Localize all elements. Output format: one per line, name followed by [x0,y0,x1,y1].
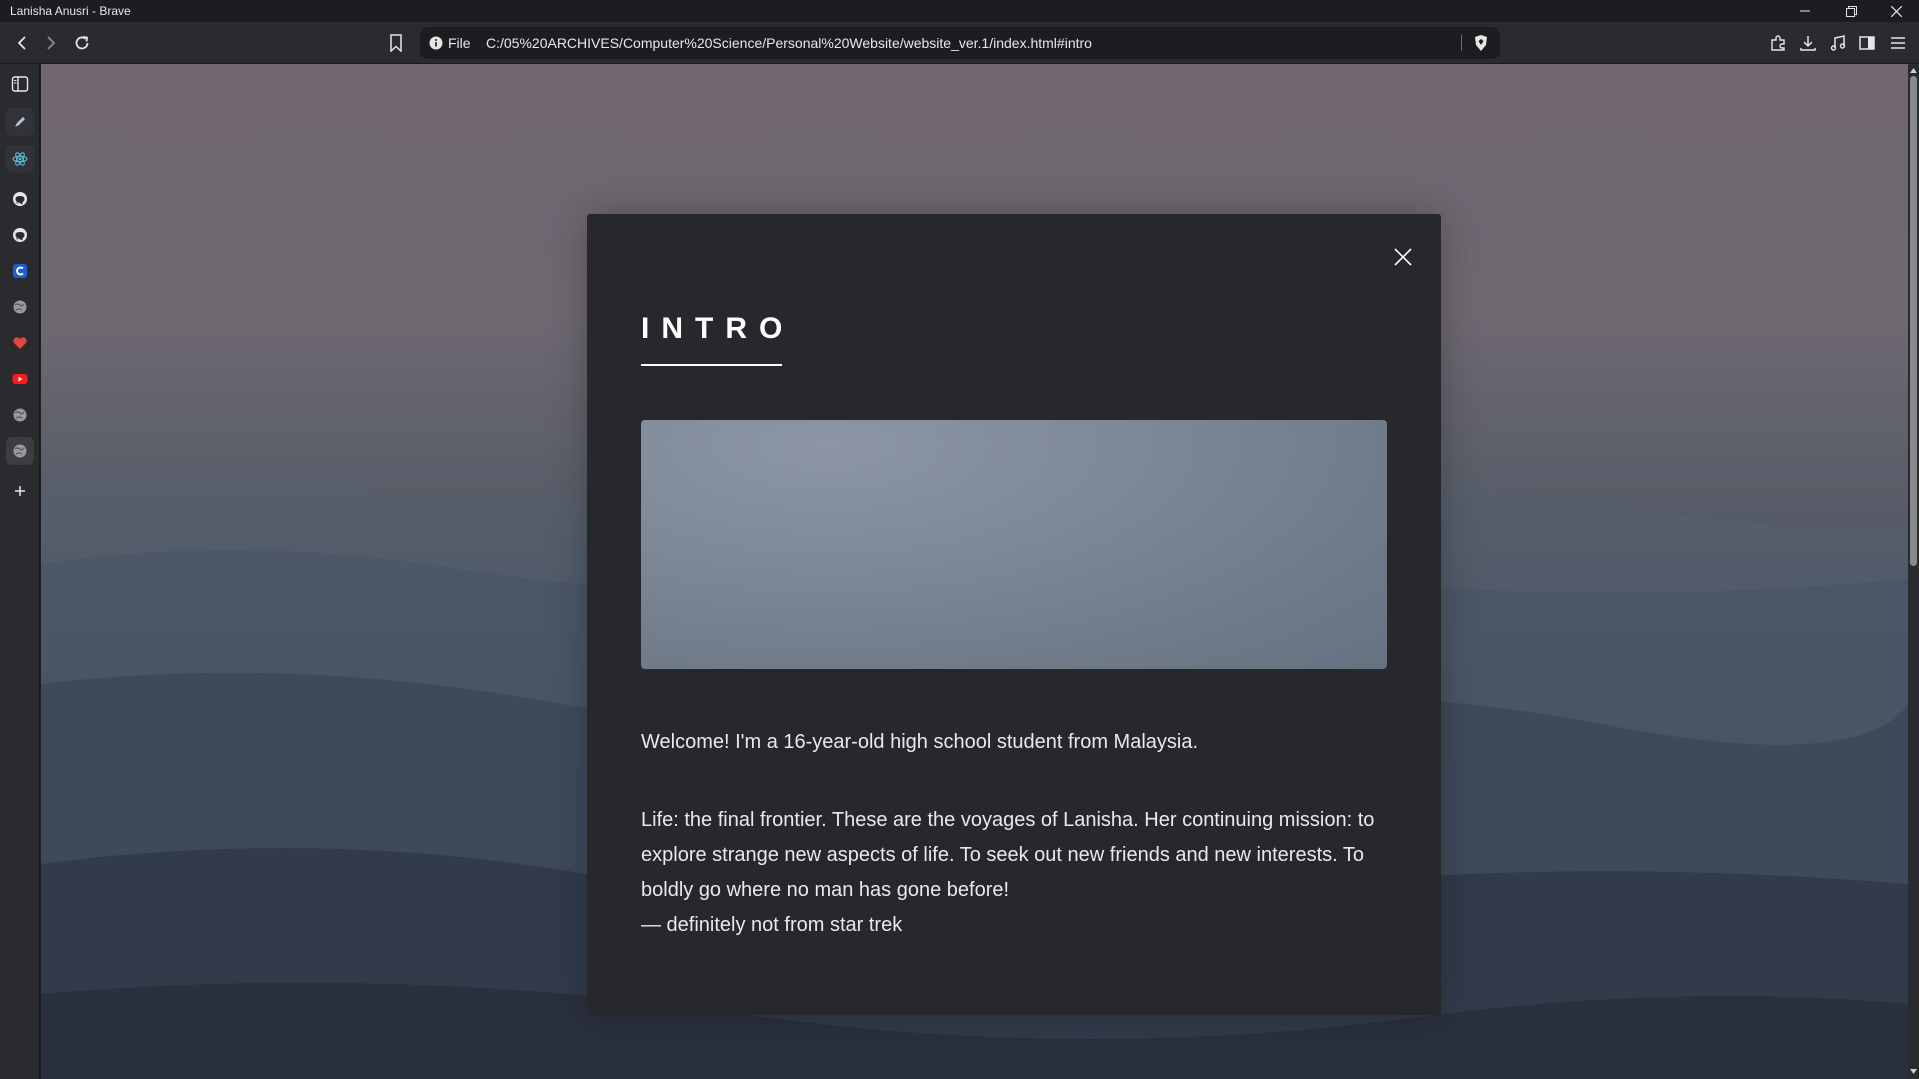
github-icon [13,228,27,242]
intro-paragraph-2-line-2: explore strange new aspects of life. To … [641,844,1365,866]
page-scrollbar[interactable] [1908,64,1919,1079]
sidebar-item-heart[interactable] [6,329,34,357]
scroll-up-icon[interactable] [1909,66,1918,75]
extensions-button[interactable] [1766,31,1790,55]
forward-arrow-icon [47,36,56,50]
youtube-icon [12,374,28,384]
restore-button[interactable] [1828,0,1874,22]
intro-modal: INTRO Welcome! I'm a 16-year-old high sc… [587,214,1441,1015]
intro-quote-attribution: — definitely not from star trek [641,914,903,936]
add-sidebar-item-button[interactable] [6,477,34,505]
reload-button[interactable] [70,31,94,55]
plus-icon [15,486,25,496]
page-viewport: INTRO Welcome! I'm a 16-year-old high sc… [41,64,1908,1079]
address-divider [1461,35,1462,51]
music-icon [1830,35,1846,51]
minimize-icon [1800,10,1810,12]
minimize-button[interactable] [1782,0,1828,22]
window-title: Lanisha Anusri - Brave [10,4,131,18]
title-bar: Lanisha Anusri - Brave [0,0,1919,22]
close-icon [1394,248,1412,266]
sidebar-item-globe-2[interactable] [6,401,34,429]
sidebar-panel-icon [1859,36,1875,50]
intro-image [641,420,1387,669]
brave-shield-icon[interactable] [1472,34,1490,52]
sidebar-panel-button[interactable] [1855,31,1879,55]
scroll-down-icon[interactable] [1909,1067,1918,1076]
sidebar-item-globe-1[interactable] [6,293,34,321]
globe-icon [13,408,27,422]
sidebar-toggle-icon [11,76,29,92]
close-window-button[interactable] [1873,0,1919,22]
sidebar-item-pen[interactable] [6,108,34,136]
hamburger-menu-icon [1891,37,1905,49]
address-bar[interactable]: File C:/05%20ARCHIVES/Computer%20Science… [420,27,1500,59]
intro-paragraph-2-line-1: Life: the final frontier. These are the … [641,809,1375,831]
bookmark-button[interactable] [384,31,408,55]
modal-title: INTRO [641,312,795,345]
sidebar-item-github-2[interactable] [6,221,34,249]
url-text[interactable]: C:/05%20ARCHIVES/Computer%20Science/Pers… [486,27,1092,59]
back-button[interactable] [10,31,34,55]
intro-paragraph-1: Welcome! I'm a 16-year-old high school s… [641,731,1199,753]
sidebar-toggle-button[interactable] [6,70,34,98]
reload-icon [75,36,89,50]
browser-toolbar: File C:/05%20ARCHIVES/Computer%20Science… [0,22,1919,64]
globe-icon [13,300,27,314]
github-icon [13,192,27,206]
close-icon [1890,5,1902,17]
intro-paragraph-2-line-3: boldly go where no man has gone before! [641,879,1010,901]
sidebar-item-atom[interactable] [6,145,34,173]
heart-icon [13,337,27,349]
browser-sidebar [0,64,40,1079]
media-button[interactable] [1826,31,1850,55]
menu-button[interactable] [1886,31,1910,55]
forward-button[interactable] [39,31,63,55]
pen-icon [15,117,25,127]
sidebar-item-youtube[interactable] [6,365,34,393]
info-icon[interactable] [428,35,444,51]
file-label: File [448,35,471,51]
downloads-button[interactable] [1796,31,1820,55]
sidebar-item-c[interactable] [6,257,34,285]
title-underline [641,364,782,366]
scroll-thumb[interactable] [1910,76,1917,566]
c-icon [13,264,27,278]
restore-icon [1845,5,1857,17]
bookmark-icon [390,34,402,52]
close-modal-button[interactable] [1387,241,1419,273]
atom-icon [12,152,28,166]
download-icon [1800,36,1816,51]
sidebar-item-globe-3[interactable] [6,437,34,465]
puzzle-icon [1771,35,1785,51]
globe-icon [13,444,27,458]
back-arrow-icon [17,36,26,50]
sidebar-item-github-1[interactable] [6,185,34,213]
